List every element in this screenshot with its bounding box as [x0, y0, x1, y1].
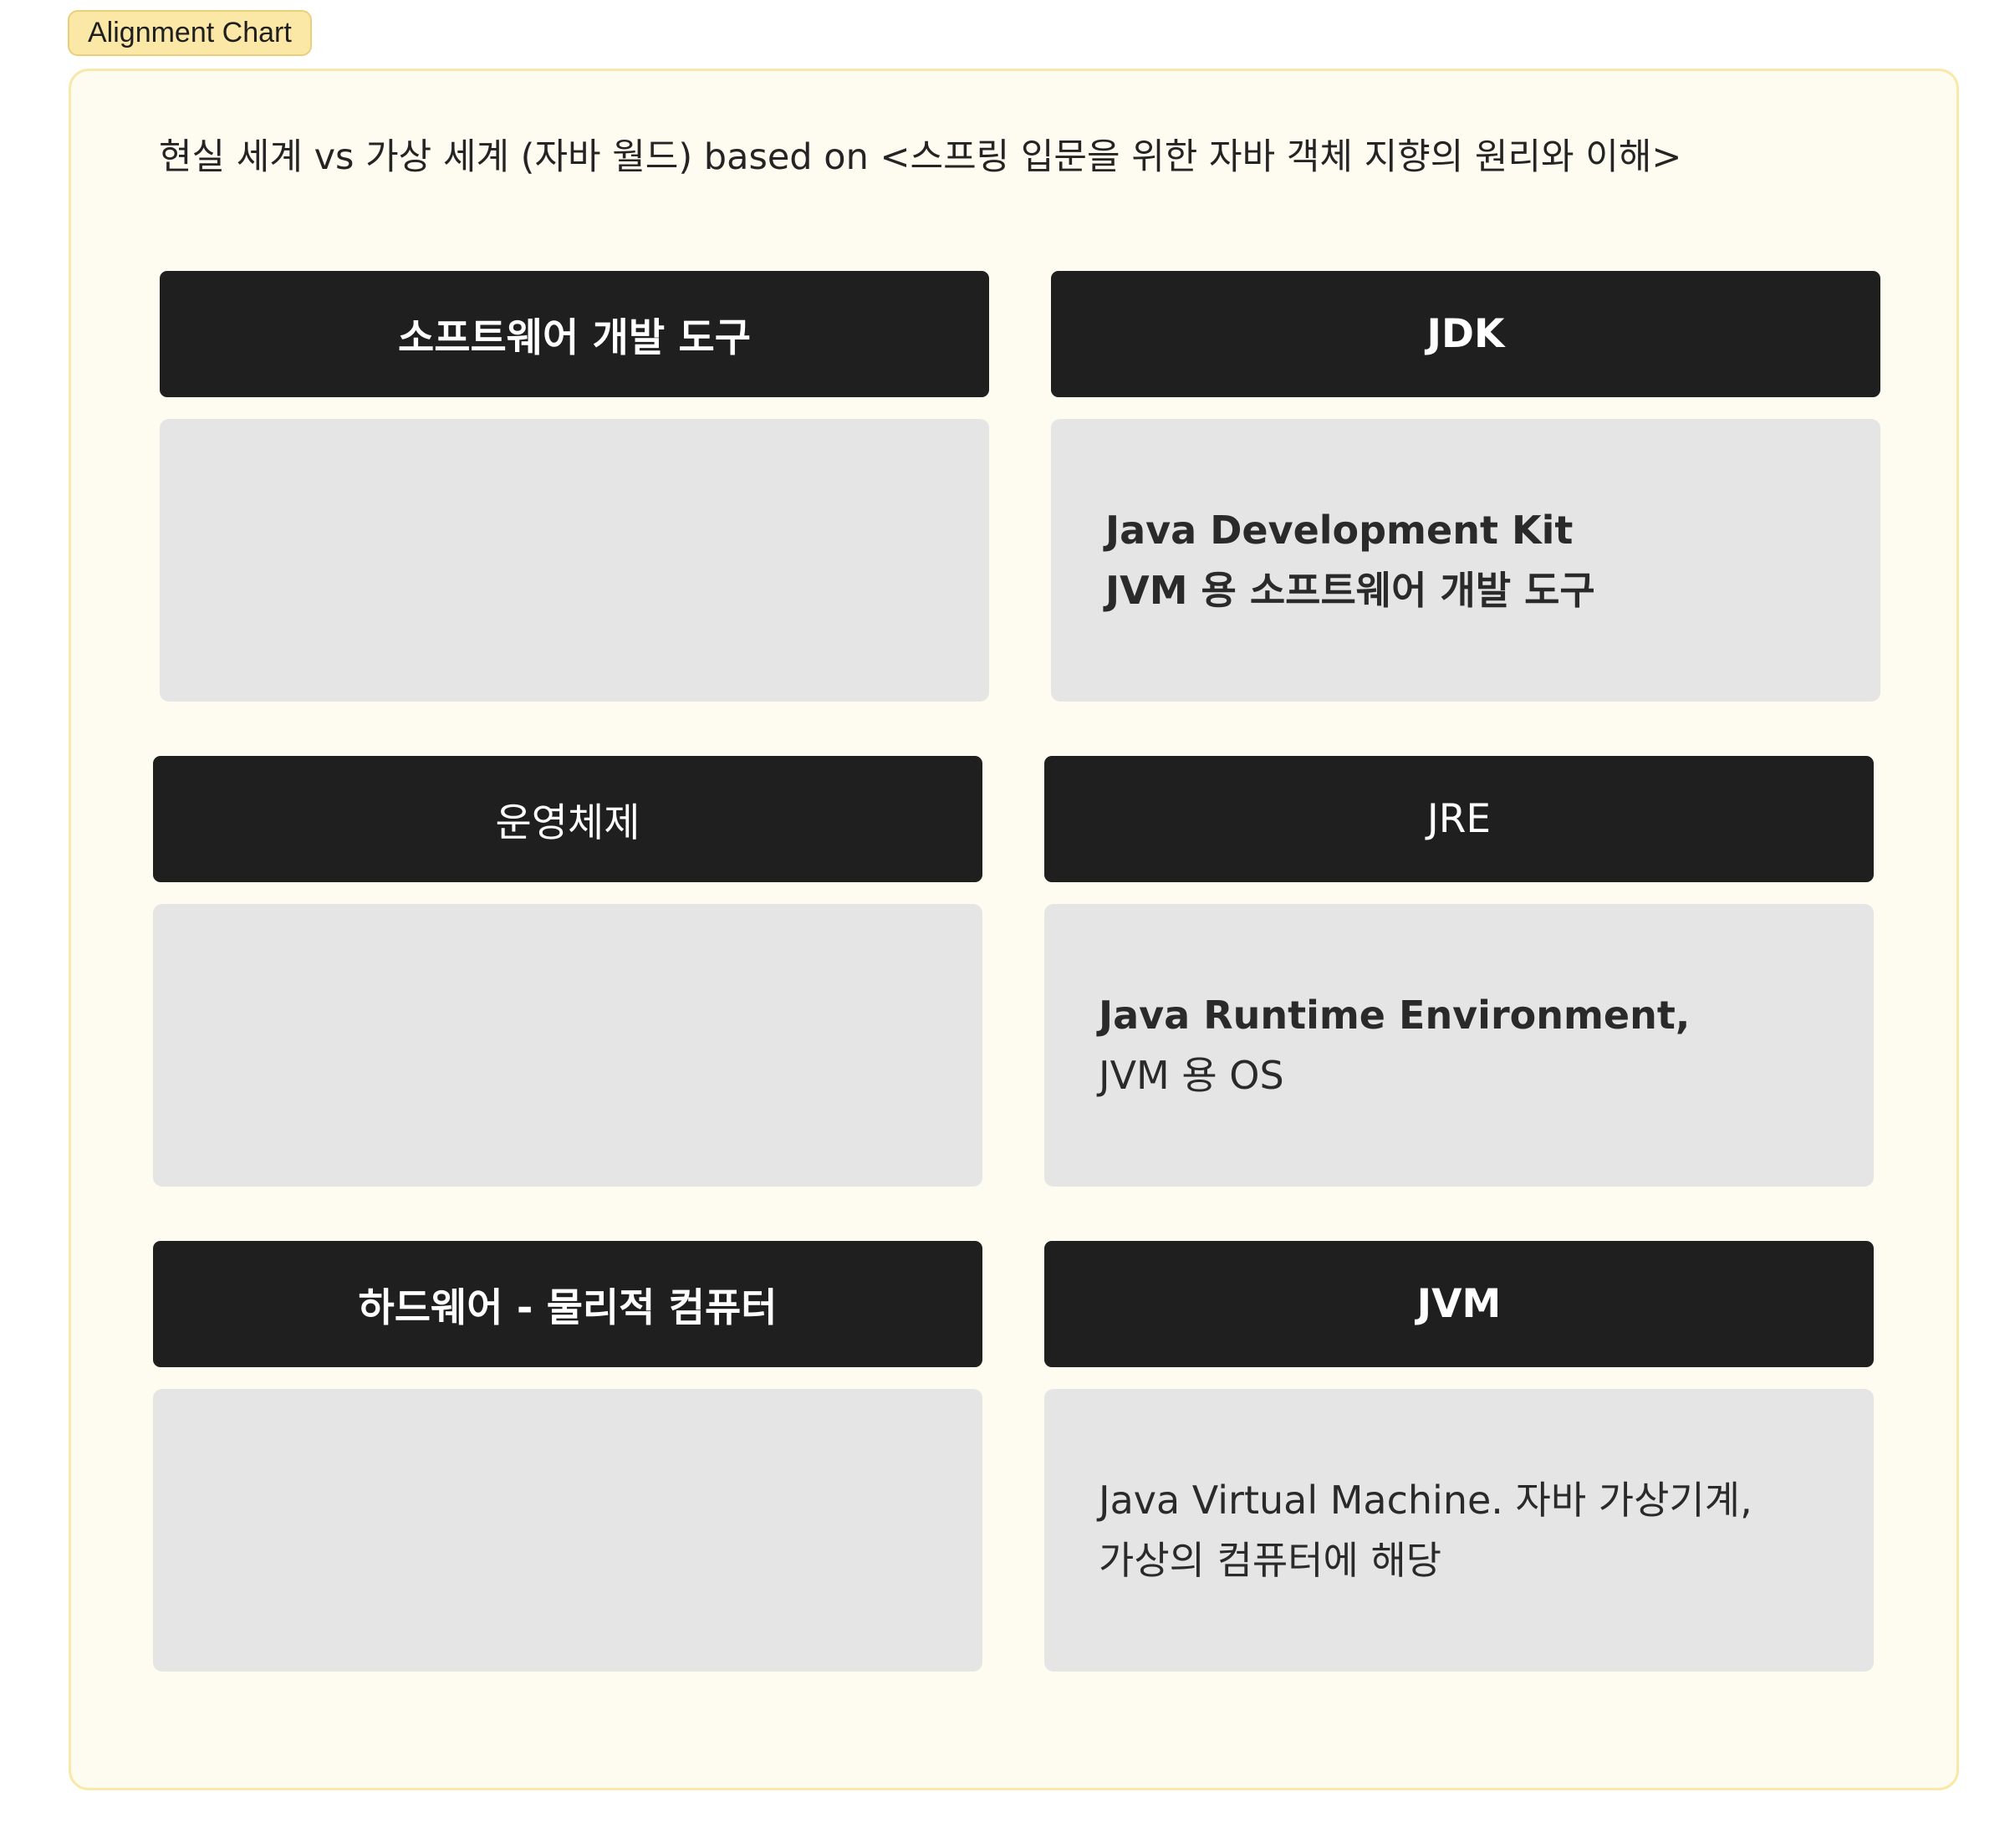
row-1-right-card[interactable]: Java Development Kit JVM 용 소프트웨어 개발 도구	[1051, 419, 1880, 702]
row-2-left-card[interactable]	[153, 904, 982, 1187]
card-line: 가상의 컴퓨터에 해당	[1099, 1538, 1442, 1583]
card-line: Java Development Kit	[1105, 508, 1574, 553]
row-3-right-header[interactable]: JVM	[1044, 1241, 1874, 1367]
row-1-right-header[interactable]: JDK	[1051, 271, 1880, 397]
card-line: Java Runtime Environment,	[1099, 993, 1691, 1038]
row-2-right-header[interactable]: JRE	[1044, 756, 1874, 882]
chart-type-tag[interactable]: Alignment Chart	[68, 10, 312, 56]
row-3-right-card[interactable]: Java Virtual Machine. 자바 가상기계, 가상의 컴퓨터에 …	[1044, 1389, 1874, 1672]
row-1-left-card[interactable]	[160, 419, 989, 702]
row-2-left-header[interactable]: 운영체제	[153, 756, 982, 882]
row-3-left-header[interactable]: 하드웨어 - 물리적 컴퓨터	[153, 1241, 982, 1367]
row-1-left-header[interactable]: 소프트웨어 개발 도구	[160, 271, 989, 397]
card-line: JVM 용 소프트웨어 개발 도구	[1105, 568, 1595, 613]
page: Alignment Chart 현실 세계 vs 가상 세계 (자바 월드) b…	[0, 0, 2015, 1848]
card-line: JVM 용 OS	[1099, 1053, 1284, 1098]
chart-title[interactable]: 현실 세계 vs 가상 세계 (자바 월드) based on <스프링 입문을…	[159, 127, 1681, 181]
card-line: Java Virtual Machine. 자바 가상기계,	[1099, 1478, 1752, 1523]
row-2-right-card[interactable]: Java Runtime Environment, JVM 용 OS	[1044, 904, 1874, 1187]
row-3-left-card[interactable]	[153, 1389, 982, 1672]
